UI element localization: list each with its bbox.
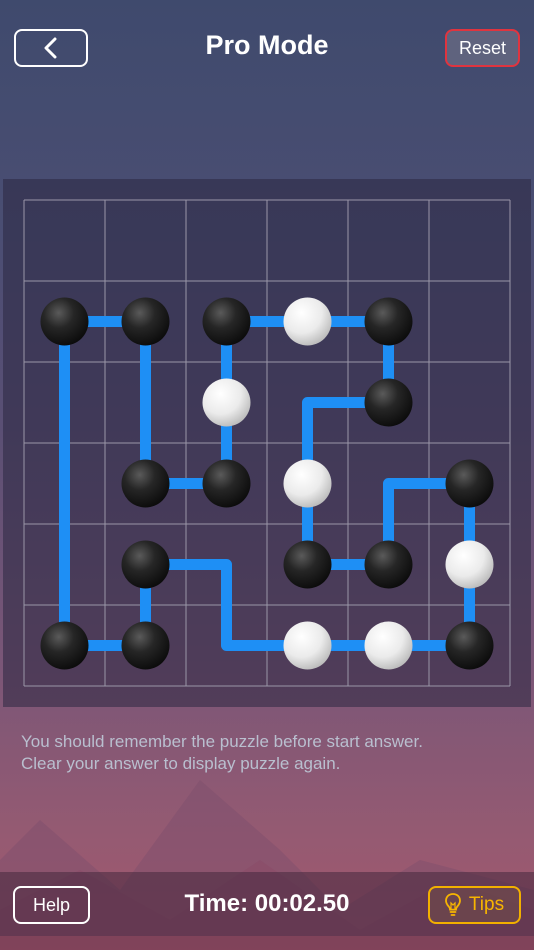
tips-label: Tips [468,894,505,915]
header-bar: Pro Mode Reset [0,0,534,100]
black-stone[interactable] [40,297,89,346]
black-stone[interactable] [283,540,332,589]
black-stone[interactable] [121,540,170,589]
black-stone[interactable] [202,459,251,508]
black-stone[interactable] [445,621,494,670]
black-stone[interactable] [364,540,413,589]
black-stone[interactable] [121,459,170,508]
white-stone[interactable] [283,459,332,508]
white-stone[interactable] [283,621,332,670]
black-stone[interactable] [121,297,170,346]
black-stone[interactable] [40,621,89,670]
reset-button[interactable]: Reset [445,29,520,67]
tips-button[interactable]: Tips [428,886,521,924]
bottom-strip [0,936,534,950]
timer-display: Time: 00:02.50 [184,890,350,917]
instruction-line-2: Clear your answer to display puzzle agai… [21,754,341,773]
black-stone[interactable] [364,378,413,427]
white-stone[interactable] [445,540,494,589]
help-button[interactable]: Help [13,886,90,924]
black-stone[interactable] [364,297,413,346]
puzzle-panel [3,179,531,707]
white-stone[interactable] [283,297,332,346]
puzzle-board[interactable] [3,179,531,707]
black-stone[interactable] [121,621,170,670]
grid-lines [23,199,511,687]
white-stone[interactable] [364,621,413,670]
black-stone[interactable] [445,459,494,508]
black-stone[interactable] [202,297,251,346]
bottom-bar: Help Time: 00:02.50 Tips [0,872,534,936]
instruction-line-1: You should remember the puzzle before st… [21,732,423,751]
instruction-text: You should remember the puzzle before st… [21,731,521,775]
white-stone[interactable] [202,378,251,427]
lightbulb-icon [444,893,461,916]
